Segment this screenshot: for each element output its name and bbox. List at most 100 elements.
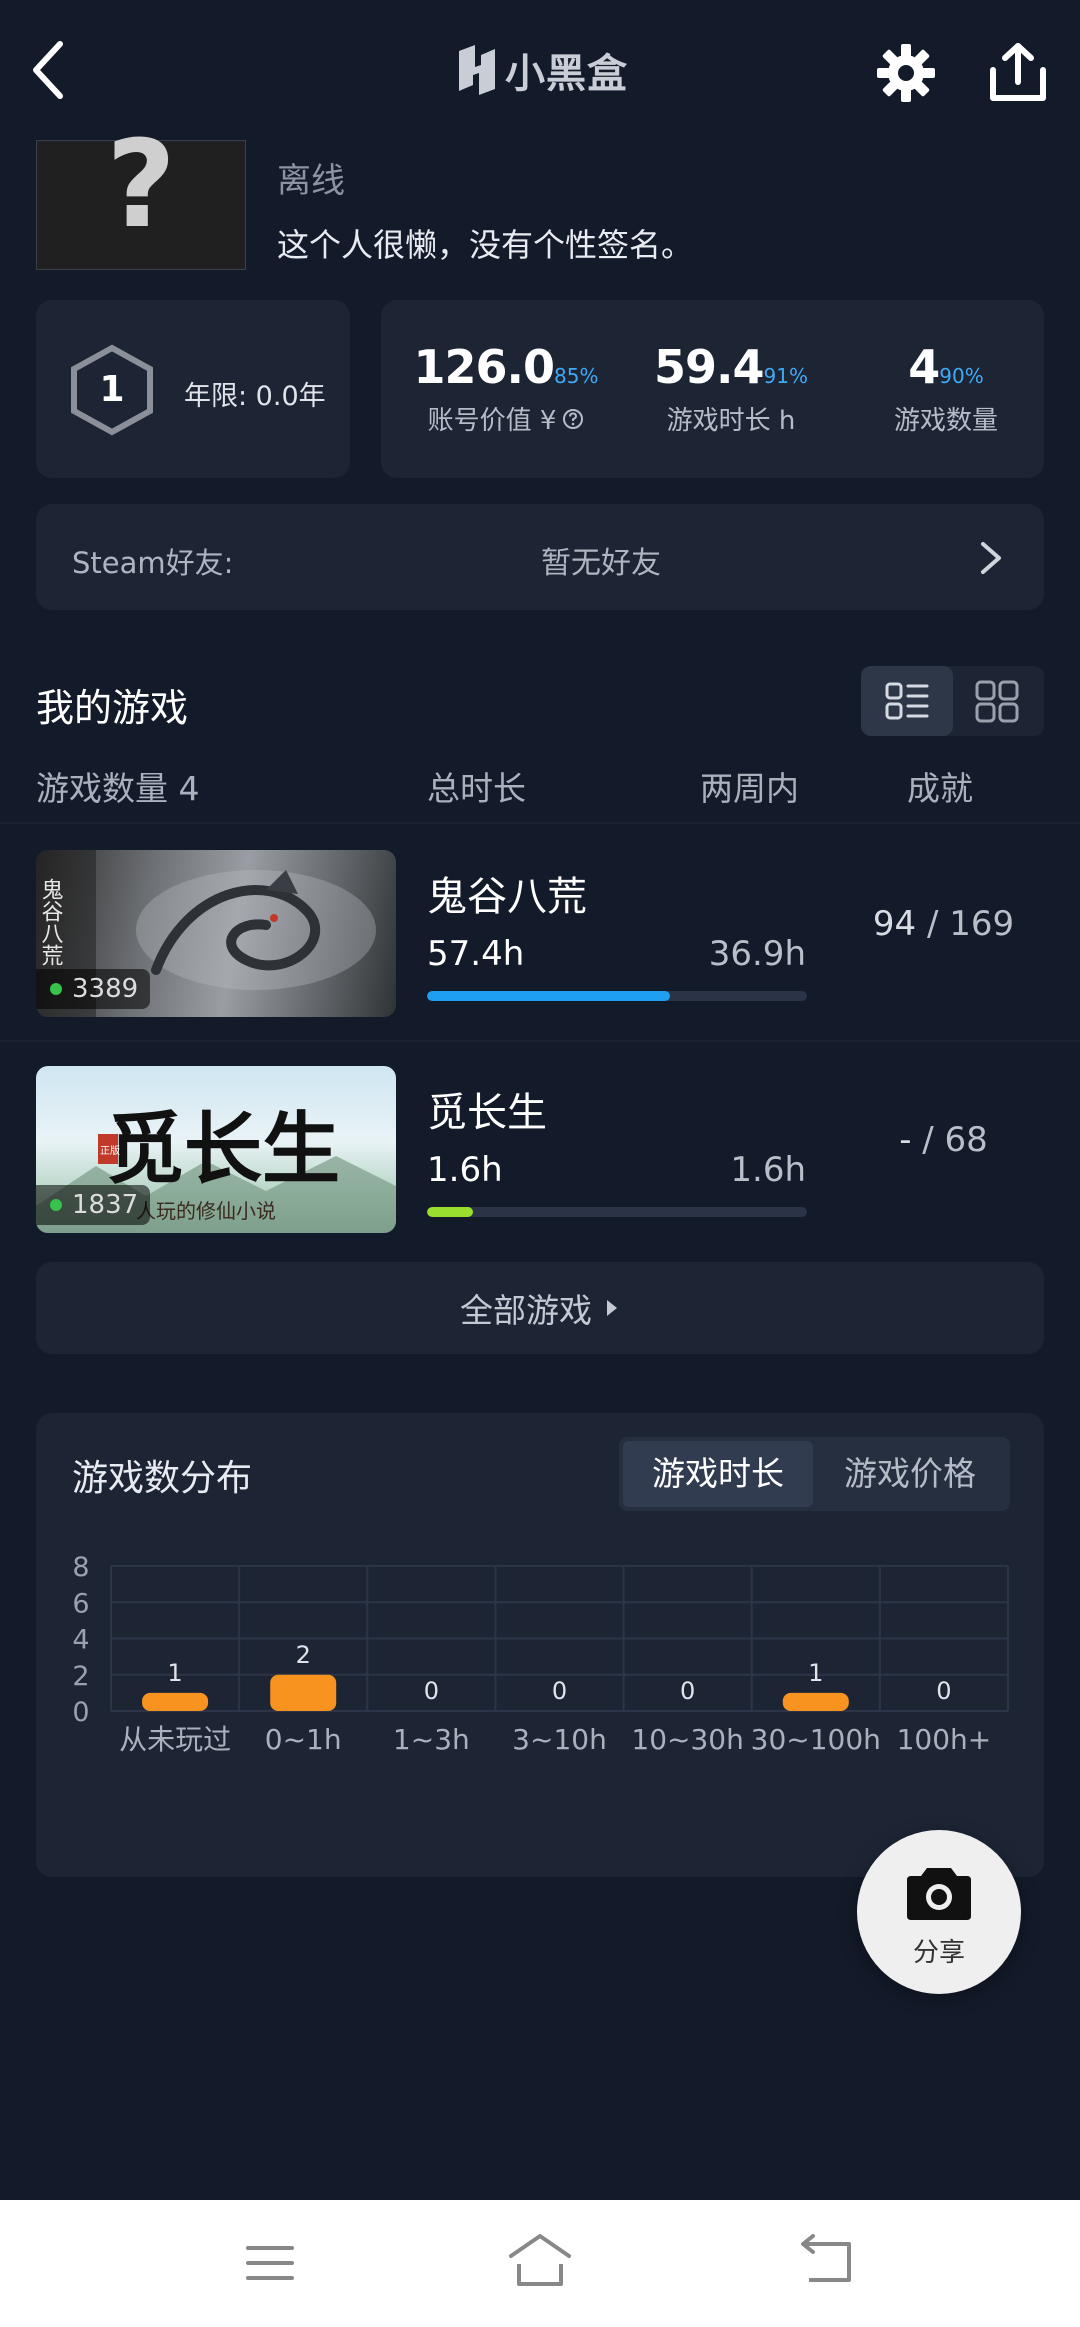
y-tick-label: 8	[72, 1552, 89, 1583]
x-tick-label: 1~3h	[393, 1723, 470, 1756]
settings-button[interactable]	[875, 42, 937, 104]
tab-price[interactable]: 游戏价格	[815, 1441, 1005, 1507]
achievements-separator: /	[916, 904, 950, 944]
y-tick-label: 0	[72, 1697, 89, 1728]
y-tick-label: 6	[72, 1588, 89, 1619]
chevron-right-icon	[981, 542, 1001, 574]
camera-icon	[907, 1868, 971, 1920]
online-dot-icon	[50, 1199, 62, 1211]
game-name: 觅长生	[427, 1090, 547, 1136]
y-tick-label: 4	[72, 1625, 89, 1656]
system-navigation-bar	[0, 2200, 1080, 2327]
bar-value-label: 0	[936, 1677, 951, 1705]
bar-value-label: 1	[808, 1659, 823, 1687]
account-years: 年限: 0.0年	[184, 381, 326, 412]
bar	[270, 1674, 337, 1711]
online-status: 离线	[277, 161, 345, 201]
signature-text: 这个人很懒，没有个性签名。	[277, 226, 694, 264]
list-view-button[interactable]	[861, 666, 953, 736]
stat-percentile: 90%	[939, 364, 984, 388]
stat-account-value: 126.085% 账号价值 ¥	[401, 340, 611, 437]
column-game-count: 游戏数量 4	[36, 769, 200, 808]
game-distribution-card: 游戏数分布 游戏时长 游戏价格 0 2 4 6 8 1 从未玩过 2 0~1h 0 1~3h 0 3~1…	[36, 1413, 1044, 1877]
share-snapshot-button[interactable]: 分享	[857, 1830, 1021, 1994]
my-games-title: 我的游戏	[36, 686, 189, 730]
online-dot-icon	[50, 983, 62, 995]
view-mode-toggle	[861, 666, 1044, 736]
column-two-weeks[interactable]: 两周内	[700, 762, 799, 810]
game-row[interactable]: 鬼谷八荒 3389 鬼谷八荒 57.4h 36.9h 94 / 169	[0, 824, 1080, 1040]
stat-percentile: 85%	[554, 364, 599, 388]
game-recent-time: 1.6h	[730, 1150, 806, 1190]
playtime-progress-fill	[427, 991, 671, 1001]
game-achievements: 94 / 169	[836, 904, 1051, 944]
steam-friends-row[interactable]: Steam好友: 暂无好友	[36, 504, 1044, 610]
stat-label: 游戏数量	[893, 406, 998, 436]
stat-percentile: 91%	[763, 364, 808, 388]
back-nav-icon[interactable]	[795, 2234, 857, 2290]
achievements-total: 68	[944, 1120, 988, 1160]
all-games-button[interactable]: 全部游戏	[36, 1262, 1044, 1354]
bar-value-label: 1	[167, 1659, 182, 1687]
level-value: 1	[99, 369, 125, 410]
stat-label: 游戏时长 h	[666, 406, 796, 436]
player-count: 3389	[72, 974, 139, 1004]
player-count-badge: 3389	[36, 969, 151, 1009]
column-achievements[interactable]: 成就	[907, 762, 973, 810]
bar-value-label: 0	[552, 1677, 567, 1705]
game-recent-time: 36.9h	[708, 934, 806, 974]
app-logo: 小黑盒	[455, 40, 628, 100]
x-tick-label: 0~1h	[265, 1723, 342, 1756]
playtime-progress-bar	[427, 1207, 807, 1217]
distribution-chart: 0 2 4 6 8 1 从未玩过 2 0~1h 0 1~3h 0 3~10h 0 10~30h 1 30~100…	[72, 1552, 1009, 1756]
player-count-badge: 1837	[36, 1185, 151, 1225]
help-circle-icon[interactable]	[562, 408, 584, 430]
bar-value-label: 0	[424, 1677, 439, 1705]
stat-value: 126.0	[413, 340, 556, 394]
stat-label: 账号价值 ¥	[427, 406, 557, 436]
avatar-placeholder-glyph: ?	[106, 116, 176, 255]
cover-title-text: 觅长生	[106, 1104, 340, 1195]
y-tick-label: 2	[72, 1661, 89, 1692]
caret-right-icon	[607, 1300, 617, 1316]
player-count: 1837	[72, 1190, 139, 1220]
cover-seal-text: 正版	[100, 1144, 120, 1157]
back-button[interactable]	[24, 36, 84, 106]
x-tick-label: 从未玩过	[119, 1723, 231, 1756]
avatar[interactable]: ?	[36, 116, 246, 270]
grid-view-button[interactable]	[953, 666, 1044, 736]
all-games-label: 全部游戏	[460, 1291, 592, 1330]
bar-value-label: 2	[296, 1641, 311, 1669]
app-logo-text: 小黑盒	[505, 51, 628, 97]
achievements-done: -	[899, 1120, 912, 1160]
game-row[interactable]: 觅长生 正版 人玩的修仙小说 1837 觅长生 1.6h 1.6h - / 68	[0, 1040, 1080, 1256]
chevron-left-icon	[33, 41, 63, 99]
playtime-progress-bar	[427, 991, 807, 1001]
stat-playtime: 59.491% 游戏时长 h	[636, 340, 826, 437]
stats-card[interactable]: 126.085% 账号价值 ¥ 59.491% 游戏时长 h 490% 游戏数量	[381, 300, 1044, 478]
level-card[interactable]: 1 年限: 0.0年	[36, 300, 350, 478]
heybox-logo-icon	[459, 45, 495, 95]
stat-value: 4	[908, 340, 940, 394]
menu-icon[interactable]	[240, 2238, 300, 2288]
x-tick-label: 100h+	[897, 1723, 992, 1756]
game-total-time: 1.6h	[427, 1150, 503, 1190]
grid-view-icon	[975, 680, 1019, 723]
column-total-time[interactable]: 总时长	[427, 762, 526, 810]
playtime-progress-fill	[427, 1207, 473, 1217]
bar	[782, 1692, 849, 1711]
share-button[interactable]	[985, 40, 1051, 106]
tab-playtime[interactable]: 游戏时长	[623, 1441, 813, 1507]
achievements-separator: /	[911, 1120, 945, 1160]
game-cover-image: 鬼谷八荒 3389	[36, 850, 396, 1017]
game-achievements: - / 68	[836, 1120, 1051, 1160]
distribution-tabs: 游戏时长 游戏价格	[619, 1437, 1010, 1511]
game-cover-image: 觅长生 正版 人玩的修仙小说 1837	[36, 1066, 396, 1233]
x-tick-label: 30~100h	[751, 1723, 881, 1756]
home-icon[interactable]	[505, 2230, 575, 2290]
distribution-title: 游戏数分布	[72, 1458, 253, 1499]
list-view-icon	[885, 682, 929, 720]
friends-label: Steam好友:	[72, 546, 234, 580]
cover-subtitle-text: 人玩的修仙小说	[136, 1199, 276, 1223]
stat-game-count: 490% 游戏数量	[861, 340, 1031, 437]
